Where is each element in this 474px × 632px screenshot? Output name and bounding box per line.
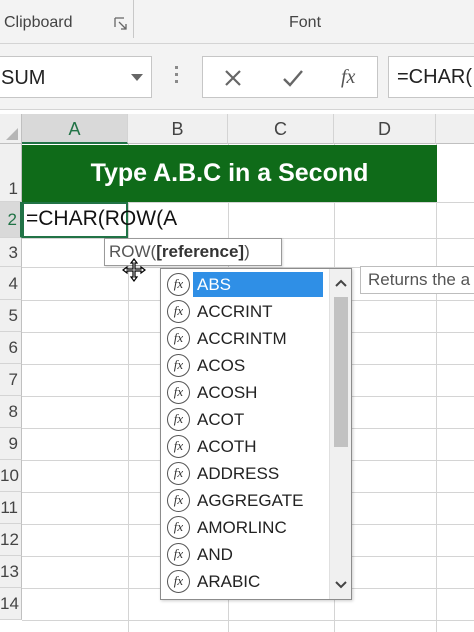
- list-item[interactable]: fx AND: [163, 541, 325, 568]
- row-header-12[interactable]: 12: [0, 524, 22, 556]
- name-box[interactable]: SUM: [0, 56, 152, 98]
- list-item[interactable]: fx AMORLINC: [163, 514, 325, 541]
- row-header-2[interactable]: 2: [0, 202, 22, 238]
- scrollbar-thumb[interactable]: [334, 297, 348, 447]
- chevron-up-icon[interactable]: [330, 271, 352, 295]
- list-item-label: ACCRINTM: [197, 329, 287, 348]
- column-header-d[interactable]: D: [334, 114, 436, 144]
- row-header-13[interactable]: 13: [0, 556, 22, 588]
- grid-line: [22, 620, 474, 621]
- formula-text: =CHAR(: [397, 66, 473, 88]
- list-item-label: ACOS: [197, 356, 246, 375]
- list-item[interactable]: fx ACOSH: [163, 379, 325, 406]
- tooltip-argument[interactable]: [reference]: [156, 242, 244, 261]
- row-header-6[interactable]: 6: [0, 332, 22, 364]
- function-icon: fx: [167, 354, 190, 377]
- row-header-1[interactable]: 1: [0, 144, 22, 202]
- list-item-label: ADDRESS: [197, 464, 280, 483]
- list-item[interactable]: fx ARABIC: [163, 568, 325, 595]
- function-icon: fx: [167, 408, 190, 431]
- insert-function-button[interactable]: fx: [341, 66, 355, 89]
- row-header-11[interactable]: 11: [0, 492, 22, 524]
- ribbon: Clipboard Font: [0, 0, 474, 44]
- row-header-10[interactable]: 10: [0, 460, 22, 492]
- list-item[interactable]: fx ACOT: [163, 406, 325, 433]
- list-item-label: AGGREGATE: [197, 491, 304, 510]
- list-item-label: ACCRINT: [197, 302, 273, 321]
- column-header-a[interactable]: A: [22, 114, 128, 144]
- function-icon: fx: [167, 327, 190, 350]
- clipboard-group-label: Clipboard: [4, 14, 73, 31]
- grid-line: [436, 144, 437, 632]
- title-cell[interactable]: Type A.B.C in a Second: [22, 145, 437, 202]
- row-header-3[interactable]: 3: [0, 238, 22, 267]
- row-header-5[interactable]: 5: [0, 300, 22, 332]
- formula-input[interactable]: =CHAR(: [388, 56, 474, 98]
- list-item-label: ABS: [193, 272, 323, 297]
- function-icon: fx: [167, 462, 190, 485]
- chevron-down-icon[interactable]: [330, 573, 352, 597]
- row-header-9[interactable]: 9: [0, 428, 22, 460]
- drag-handle-icon[interactable]: [175, 66, 179, 88]
- list-item-label: AND: [197, 545, 233, 564]
- function-icon: fx: [167, 489, 190, 512]
- row-header-4[interactable]: 4: [0, 267, 22, 300]
- select-all-corner[interactable]: [0, 114, 22, 144]
- list-item-label: ARABIC: [197, 572, 261, 591]
- row-header-8[interactable]: 8: [0, 396, 22, 428]
- list-item[interactable]: fx ACOS: [163, 352, 325, 379]
- function-icon: fx: [167, 381, 190, 404]
- function-icon: fx: [167, 273, 190, 296]
- function-icon: fx: [167, 435, 190, 458]
- function-icon: fx: [167, 300, 190, 323]
- list-item[interactable]: fx ACCRINT: [163, 298, 325, 325]
- list-item-label: ACOT: [197, 410, 245, 429]
- name-box-value: SUM: [1, 67, 46, 89]
- function-autocomplete-list[interactable]: fx ABS fx ACCRINT fx ACCRINTM fx ACOS fx…: [160, 268, 352, 600]
- close-icon[interactable]: [213, 61, 253, 95]
- formula-bar: SUM fx =CHAR(: [0, 44, 474, 110]
- column-header-b[interactable]: B: [128, 114, 228, 144]
- list-item-label: ACOTH: [197, 437, 257, 456]
- function-icon: fx: [167, 570, 190, 593]
- list-item[interactable]: fx ACCRINTM: [163, 325, 325, 352]
- list-item[interactable]: fx ADDRESS: [163, 460, 325, 487]
- formula-buttons: fx: [202, 56, 378, 98]
- group-separator: [133, 0, 134, 38]
- move-cursor-icon: [122, 258, 146, 282]
- dialog-launcher-icon[interactable]: [114, 17, 128, 31]
- list-item-label: AMORLINC: [197, 518, 287, 537]
- list-item[interactable]: fx AGGREGATE: [163, 487, 325, 514]
- function-description-tooltip: Returns the a: [360, 266, 474, 294]
- list-item[interactable]: fx ACOTH: [163, 433, 325, 460]
- chevron-down-icon[interactable]: [131, 74, 143, 81]
- check-icon[interactable]: [273, 61, 313, 95]
- function-icon: fx: [167, 543, 190, 566]
- tooltip-close: ): [244, 242, 250, 261]
- row-header-14[interactable]: 14: [0, 588, 22, 620]
- cell-a2-text: =CHAR(ROW(A: [26, 207, 178, 230]
- function-icon: fx: [167, 516, 190, 539]
- column-header-c[interactable]: C: [228, 114, 334, 144]
- font-group-label: Font: [289, 14, 322, 31]
- list-item-label: ACOSH: [197, 383, 258, 402]
- list-item[interactable]: fx ABS: [163, 271, 325, 298]
- column-header-e[interactable]: [436, 114, 474, 144]
- row-header-7[interactable]: 7: [0, 364, 22, 396]
- autocomplete-scrollbar[interactable]: [329, 269, 351, 599]
